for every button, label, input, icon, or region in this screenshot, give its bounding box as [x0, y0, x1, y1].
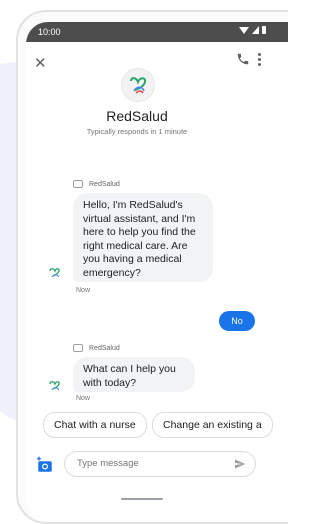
chat-screen: 10:00 ✕ RedSalud Typically responds in 1… — [26, 22, 288, 522]
bot-icon — [73, 344, 83, 352]
received-message: Hello, I'm RedSalud's virtual assistant,… — [73, 193, 213, 282]
wifi-icon — [239, 26, 249, 34]
sender-label: RedSalud — [73, 344, 120, 352]
message-input[interactable] — [75, 457, 219, 470]
signal-icon — [252, 26, 259, 34]
received-message: What can I help you with today? — [73, 357, 195, 392]
sender-label: RedSalud — [73, 180, 120, 188]
business-avatar — [47, 265, 63, 281]
bot-icon — [73, 180, 83, 188]
suggestion-chip[interactable]: Change an existing a — [152, 412, 273, 438]
sender-name: RedSalud — [89, 180, 120, 188]
business-avatar — [47, 378, 63, 394]
phone-icon[interactable] — [236, 52, 250, 66]
message-time: Now — [76, 395, 91, 402]
business-logo — [121, 68, 155, 102]
phone-frame: 10:00 ✕ RedSalud Typically responds in 1… — [16, 10, 288, 524]
response-time: Typically responds in 1 minute — [86, 127, 188, 136]
message-time: Now — [76, 287, 91, 294]
message-input-container — [64, 451, 256, 477]
status-icons — [239, 26, 266, 34]
add-photo-icon[interactable] — [36, 456, 54, 474]
suggestion-chip[interactable]: Chat with a nurse — [43, 412, 147, 438]
close-icon[interactable]: ✕ — [34, 54, 47, 72]
send-icon[interactable] — [233, 458, 247, 470]
business-name: RedSalud — [106, 108, 168, 124]
status-bar: 10:00 — [26, 22, 288, 42]
sender-name: RedSalud — [89, 344, 120, 352]
home-indicator — [121, 498, 163, 500]
battery-icon — [262, 26, 266, 34]
chat-header: ✕ RedSalud Typically responds in 1 minut… — [26, 42, 288, 160]
status-time: 10:00 — [38, 27, 61, 37]
more-vert-icon[interactable] — [258, 53, 262, 68]
sent-message: No — [219, 311, 255, 331]
